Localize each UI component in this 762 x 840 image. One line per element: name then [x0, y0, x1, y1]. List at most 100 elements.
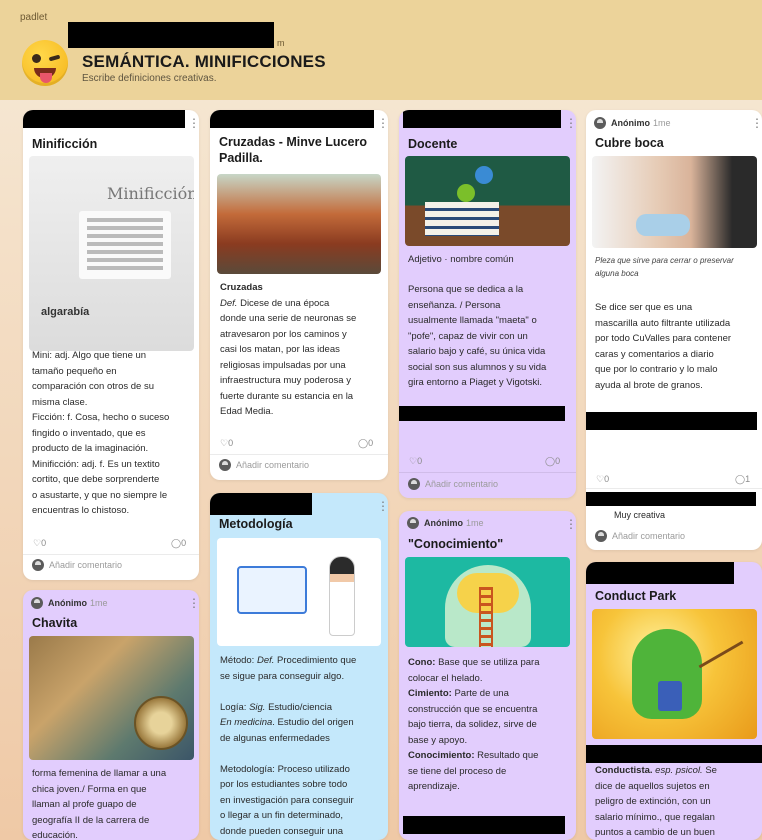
divider — [586, 488, 762, 489]
redacted-image-caption — [586, 745, 762, 763]
redacted-commenter — [586, 492, 756, 506]
add-comment-input[interactable]: Añadir comentario — [49, 560, 122, 570]
add-comment-input[interactable]: Añadir comentario — [425, 479, 498, 489]
book-icon — [658, 681, 682, 711]
illustration-board — [237, 566, 307, 614]
redacted-author — [403, 110, 561, 128]
user-avatar-icon — [32, 559, 44, 571]
image-ghost-text — [87, 218, 163, 222]
user-avatar-icon — [595, 530, 607, 542]
heart-icon: ♡ — [220, 438, 229, 448]
post-author: Anónimo 1me — [48, 598, 108, 608]
comment-icon: ◯ — [358, 438, 369, 448]
comment-count[interactable]: ◯0 — [171, 538, 186, 549]
apple-icon — [457, 184, 475, 202]
heart-icon: ♡ — [596, 474, 605, 484]
ladder-icon — [479, 587, 493, 647]
redacted-author — [210, 110, 374, 128]
mask-icon — [636, 214, 690, 236]
post-image-books-apple[interactable] — [405, 156, 570, 246]
post-card-conduct-park[interactable]: Conduct Park Conductista. esp. psicol. S… — [586, 562, 762, 840]
padlet-emoji-icon — [22, 40, 68, 86]
redacted-comment — [399, 406, 565, 421]
like-button[interactable]: ♡0 — [409, 456, 422, 467]
add-comment-input[interactable]: Añadir comentario — [236, 460, 309, 470]
post-title: Cruzadas - Minve Lucero Padilla. — [219, 135, 367, 165]
divider — [210, 454, 388, 455]
post-image-methodology[interactable] — [217, 538, 381, 646]
post-menu-icon[interactable]: ⋮ — [377, 500, 388, 512]
post-card-minificcion[interactable]: ⋮ Minificción Minificción algarabía Mini… — [23, 110, 199, 580]
post-image-brain-ladder[interactable] — [405, 557, 570, 647]
pointer-stick — [698, 640, 744, 669]
books-icon — [425, 202, 499, 236]
post-title: Chavita — [32, 616, 78, 630]
post-subtitle: Adjetivo · nombre común — [408, 254, 514, 265]
padlet-brand[interactable]: padlet — [20, 12, 47, 23]
image-brand: algarabía — [41, 306, 90, 318]
comment-count[interactable]: ◯0 — [358, 438, 373, 449]
post-image-crusaders[interactable] — [217, 174, 381, 274]
user-avatar-icon — [408, 478, 420, 490]
post-card-conocimiento[interactable]: Anónimo 1me ⋮ "Conocimiento" Cono: Base q… — [399, 511, 576, 840]
comment-count[interactable]: ◯0 — [545, 456, 560, 467]
post-image-map-compass[interactable] — [29, 636, 194, 760]
heart-icon: ♡ — [33, 538, 42, 548]
user-avatar-icon — [407, 517, 419, 529]
comment-icon: ◯ — [545, 456, 556, 466]
post-menu-icon[interactable]: ⋮ — [565, 518, 576, 530]
redacted-author — [403, 816, 565, 834]
like-button[interactable]: ♡0 — [33, 538, 46, 549]
post-menu-icon[interactable]: ⋮ — [377, 117, 388, 129]
user-avatar-icon — [594, 117, 606, 129]
compass-icon — [134, 696, 188, 750]
image-title: Minificción — [107, 184, 194, 203]
post-body: Conductista. esp. psicol. Se dice de aqu… — [595, 765, 717, 838]
post-card-cubreboca[interactable]: Anónimo 1me ⋮ Cubre boca Pleza que sirve … — [586, 110, 762, 550]
post-card-cruzadas[interactable]: ⋮ Cruzadas - Minve Lucero Padilla. Cruza… — [210, 110, 388, 480]
user-avatar-icon — [219, 459, 231, 471]
post-card-chavita[interactable]: Anónimo 1me ⋮ Chavita forma femenina de l… — [23, 590, 199, 840]
post-image-face-mask[interactable] — [592, 156, 757, 248]
post-author: Anónimo 1me — [424, 518, 484, 528]
page-title: SEMÁNTICA. MINIFICCIONES — [82, 52, 326, 71]
post-author: Anónimo 1me — [611, 118, 671, 128]
add-comment-input[interactable]: Añadir comentario — [612, 531, 685, 541]
comment-text: Muy creativa — [614, 510, 666, 520]
redacted-author — [23, 110, 185, 128]
post-image-dinosaur[interactable] — [592, 609, 757, 739]
post-menu-icon[interactable]: ⋮ — [751, 117, 762, 129]
illustration-person — [329, 556, 355, 636]
like-button[interactable]: ♡0 — [596, 474, 609, 485]
comment-icon: ◯ — [735, 474, 746, 484]
post-body: Persona que se dedica a la enseñanza. / … — [408, 284, 547, 388]
post-title: "Conocimiento" — [408, 537, 504, 551]
post-title: Docente — [408, 137, 458, 151]
like-button[interactable]: ♡0 — [220, 438, 233, 449]
divider — [23, 554, 199, 555]
divider — [399, 472, 576, 473]
post-body: Cono: Base que se utiliza para colocar e… — [408, 657, 540, 792]
post-image[interactable]: Minificción algarabía — [29, 156, 194, 351]
redacted-author — [586, 562, 734, 584]
redacted-author — [210, 493, 312, 515]
post-menu-icon[interactable]: ⋮ — [188, 117, 199, 129]
post-title: Minificción — [32, 137, 98, 151]
post-menu-icon[interactable]: ⋮ — [565, 117, 576, 129]
author-suffix: m — [277, 38, 285, 48]
post-title: Conduct Park — [595, 589, 677, 603]
comment-icon: ◯ — [171, 538, 182, 548]
post-title: Cubre boca — [595, 136, 664, 150]
post-body: Se dice ser que es una mascarilla auto f… — [595, 302, 732, 391]
post-title: Metodología — [219, 517, 293, 531]
post-body: Cruzadas Def. Dicese de una época donde … — [220, 282, 357, 417]
post-card-metodologia[interactable]: ⋮ Metodología Método: Def. Procedimiento… — [210, 493, 388, 840]
user-avatar-icon — [31, 597, 43, 609]
post-card-docente[interactable]: ⋮ Docente Adjetivo · nombre común Person… — [399, 110, 576, 498]
heart-icon: ♡ — [409, 456, 418, 466]
redacted-comment — [586, 412, 757, 430]
post-menu-icon[interactable]: ⋮ — [188, 597, 199, 609]
page-subtitle: Escribe definiciones creativas. — [82, 73, 217, 84]
redacted-author — [68, 22, 274, 48]
comment-count[interactable]: ◯1 — [735, 474, 750, 485]
